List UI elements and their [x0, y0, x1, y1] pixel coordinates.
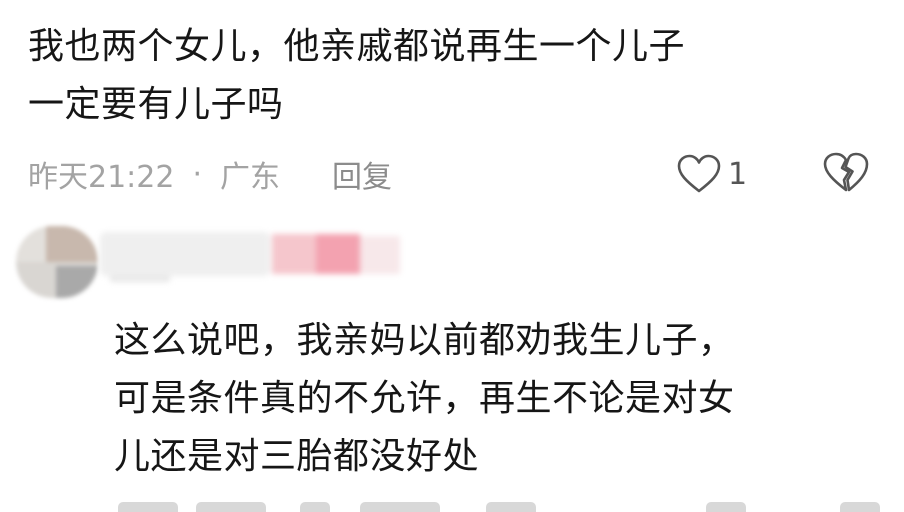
broken-heart-icon [823, 152, 869, 192]
heart-outline-icon [677, 154, 721, 193]
comment-meta: 昨天21:22 · 广东 回复 [28, 150, 392, 198]
reply-comment-text: 这么说吧，我亲妈以前都劝我生儿子， 可是条件真的不允许，再生不论是对女 儿还是对… [114, 320, 735, 477]
reply-button[interactable]: 回复 [332, 152, 392, 196]
like-count: 1 [728, 156, 748, 192]
comment-text: 我也两个女儿，他亲戚都说再生一个儿子 一定要有儿子吗 [28, 26, 686, 125]
next-meta-row-cutoff [0, 498, 904, 512]
dislike-button[interactable] [822, 150, 870, 198]
username[interactable] [100, 226, 400, 282]
meta-separator: · [192, 156, 203, 192]
comment-location: 广东 [220, 160, 281, 195]
like-button[interactable]: 1 [676, 150, 747, 198]
comment-time: 昨天21:22 [28, 160, 175, 195]
avatar[interactable] [16, 226, 98, 298]
